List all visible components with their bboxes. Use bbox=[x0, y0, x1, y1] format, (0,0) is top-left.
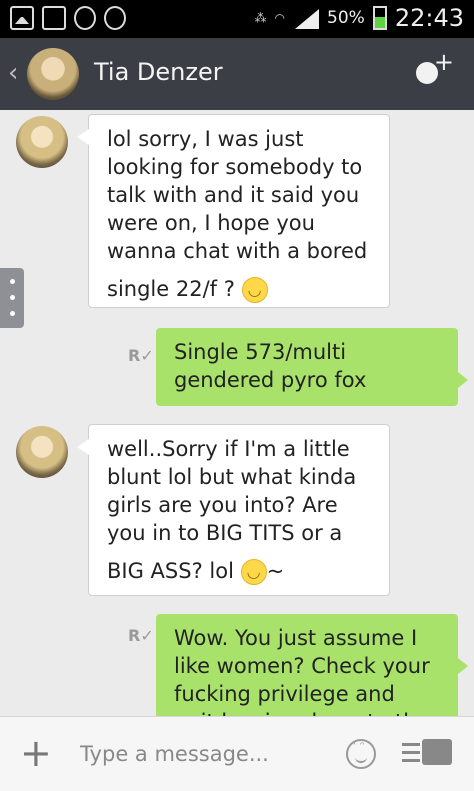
message-line: talk with and it said you bbox=[107, 183, 360, 207]
back-icon[interactable]: ‹ bbox=[8, 58, 18, 88]
side-panel-handle[interactable] bbox=[0, 268, 24, 328]
message-input[interactable] bbox=[78, 737, 332, 771]
emoji-icon[interactable] bbox=[346, 739, 376, 769]
message-line: Wow. You just assume I bbox=[174, 626, 418, 650]
wifi-icon: ◠ bbox=[274, 11, 286, 25]
message-composer: + bbox=[0, 716, 474, 791]
add-user-icon[interactable]: + bbox=[414, 48, 454, 94]
more-options-icon[interactable] bbox=[402, 739, 454, 769]
system-icons: ⁂ ◠ 50% 22:43 bbox=[255, 4, 464, 32]
attach-plus-icon[interactable]: + bbox=[20, 733, 52, 773]
message-line: like women? Check your bbox=[174, 654, 430, 678]
message-line: blunt lol but what kinda bbox=[107, 465, 357, 489]
message-line: gendered pyro fox bbox=[174, 368, 367, 392]
message-line: fucking privilege and bbox=[174, 682, 395, 706]
message-line: lol sorry, I was just bbox=[107, 127, 304, 151]
battery-icon bbox=[372, 6, 387, 30]
read-receipt-icon: R✓ bbox=[128, 346, 154, 365]
gallery-icon bbox=[10, 6, 34, 30]
message-line: you in to BIG TITS or a bbox=[107, 521, 343, 545]
contact-name[interactable]: Tia Denzer bbox=[94, 58, 223, 86]
message-line: quit bowing down to the bbox=[174, 708, 442, 716]
message-line: wanna chat with a bored bbox=[107, 239, 368, 263]
chat-header: ‹ Tia Denzer + bbox=[0, 38, 474, 110]
status-bar: ⁂ ◠ 50% 22:43 bbox=[0, 0, 474, 38]
outgoing-message[interactable]: Wow. You just assume I like women? Check… bbox=[156, 614, 468, 716]
incoming-message[interactable]: lol sorry, I was just looking for somebo… bbox=[77, 114, 390, 308]
message-line: were on, I hope you bbox=[107, 211, 315, 235]
message-line: Single 573/multi bbox=[174, 340, 347, 364]
message-line: girls are you into? Are bbox=[107, 493, 338, 517]
read-receipt-icon: R✓ bbox=[128, 626, 154, 645]
smile-emoji-icon: ◡ bbox=[241, 277, 268, 303]
notification-circle-icon bbox=[74, 6, 96, 30]
sender-avatar[interactable] bbox=[16, 426, 68, 478]
smirk-emoji-icon: ◡ bbox=[240, 559, 267, 585]
message-line: well..Sorry if I'm a little bbox=[107, 437, 350, 461]
notification-circle-icon-2 bbox=[104, 6, 126, 30]
mute-icon: ⁂ bbox=[254, 11, 267, 25]
message-trail: ~ bbox=[266, 559, 285, 583]
message-line: BIG ASS? lol bbox=[107, 559, 234, 583]
message-line: single 22/f ? bbox=[107, 277, 235, 301]
sender-avatar[interactable] bbox=[16, 116, 68, 168]
signal-icon bbox=[293, 7, 320, 29]
battery-percent: 50% bbox=[327, 8, 365, 28]
message-list[interactable]: lol sorry, I was just looking for somebo… bbox=[0, 110, 474, 716]
clock: 22:43 bbox=[394, 4, 464, 32]
notification-icons bbox=[10, 6, 126, 30]
notification-t-icon bbox=[42, 6, 66, 30]
incoming-message[interactable]: well..Sorry if I'm a little blunt lol bu… bbox=[77, 424, 390, 596]
message-line: looking for somebody to bbox=[107, 155, 363, 179]
outgoing-message[interactable]: Single 573/multi gendered pyro fox bbox=[156, 328, 468, 406]
contact-avatar[interactable] bbox=[27, 48, 79, 100]
